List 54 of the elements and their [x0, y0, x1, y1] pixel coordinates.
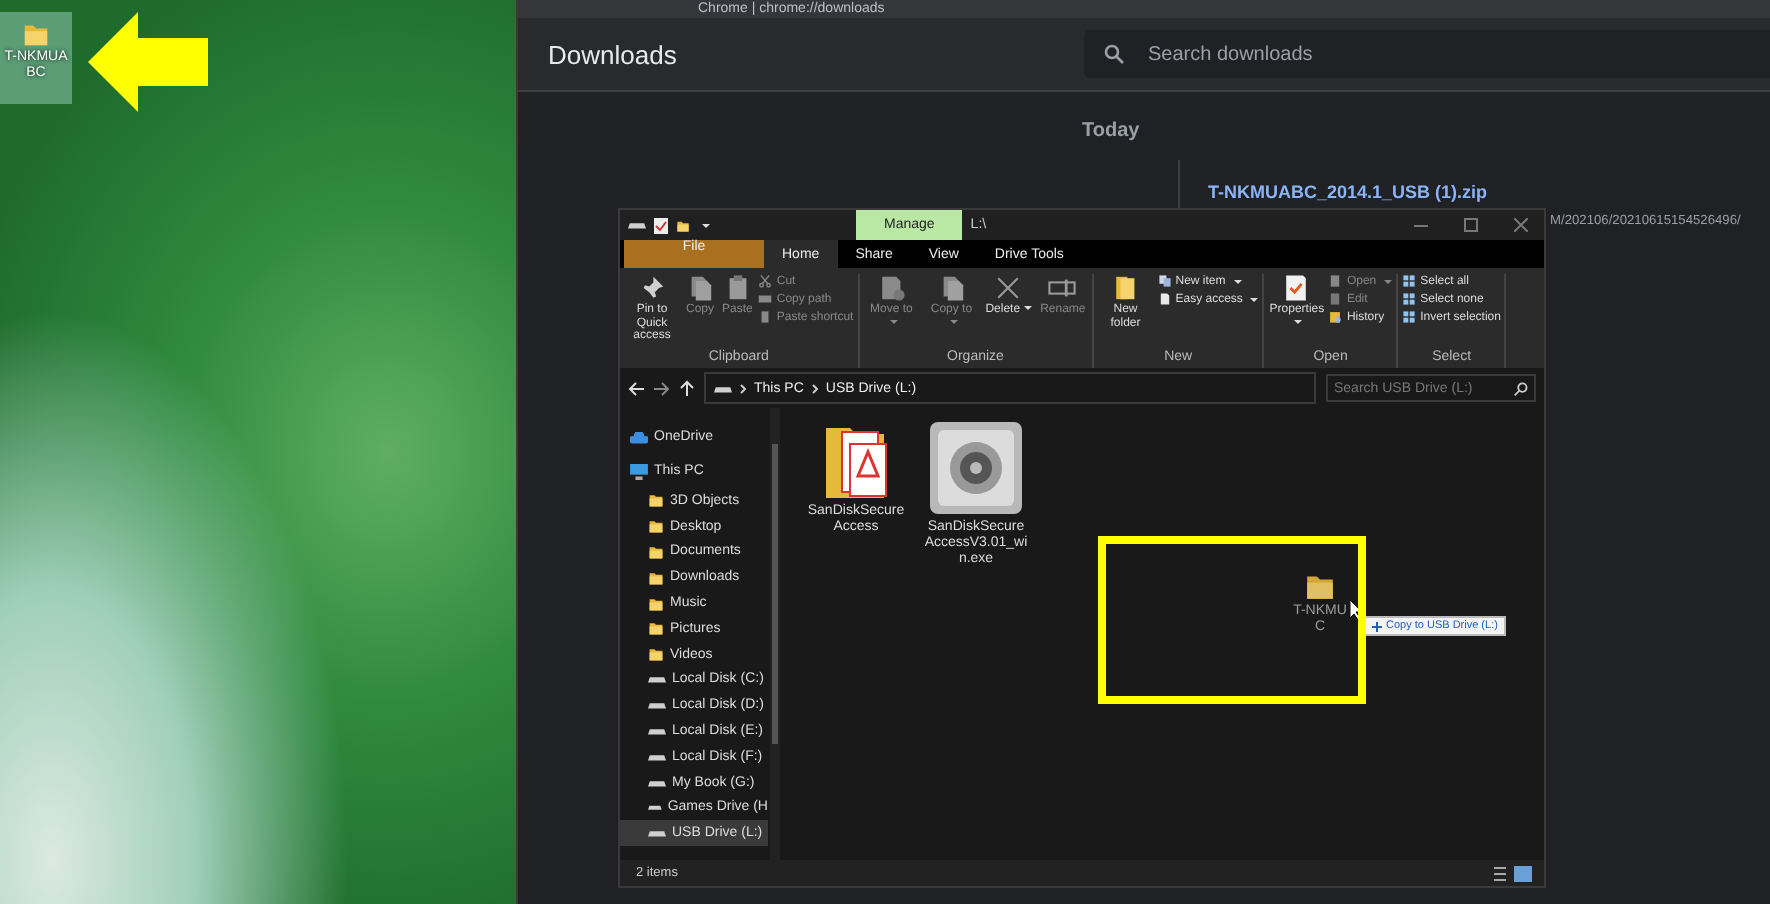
drive-icon	[628, 218, 646, 232]
chevron-icon	[740, 383, 746, 393]
new-item-icon	[1157, 274, 1172, 288]
page-title: Downloads	[546, 39, 679, 69]
caret-icon	[1233, 279, 1242, 283]
monitor-icon	[630, 463, 648, 479]
search-icon	[1104, 44, 1124, 64]
grid-icon	[1402, 310, 1417, 324]
cursor-icon	[1350, 600, 1364, 620]
scissors-icon	[758, 274, 773, 288]
delete-icon	[994, 274, 1023, 302]
caret-icon	[889, 319, 898, 324]
drive-icon	[714, 381, 732, 395]
back-icon[interactable]	[628, 381, 644, 395]
close-icon[interactable]	[1514, 218, 1528, 232]
caret-icon	[949, 319, 958, 324]
cloud-icon	[630, 431, 648, 443]
plus-icon	[1372, 621, 1382, 631]
rename-icon	[1048, 274, 1077, 302]
history-icon	[1328, 310, 1343, 324]
checklist-icon	[1282, 274, 1311, 302]
page-icon	[1157, 292, 1172, 306]
folder-icon	[676, 217, 690, 233]
details-view-icon[interactable]	[1492, 865, 1508, 881]
caret-icon[interactable]	[702, 223, 710, 227]
file-link[interactable]: T-NKMUABC_2014.1_USB (1).zip	[1208, 182, 1488, 202]
folder-icon	[648, 492, 664, 509]
scrollbar-thumb[interactable]	[772, 444, 778, 744]
chevron-icon	[811, 383, 818, 393]
pages-icon	[686, 274, 714, 302]
grid-icon	[1402, 274, 1417, 288]
caret-icon	[1250, 297, 1259, 301]
folder-icon	[1111, 274, 1140, 302]
folder-icon	[648, 543, 664, 560]
checklist-icon[interactable]	[654, 217, 668, 233]
arrow-icon	[88, 12, 208, 112]
pin-icon	[638, 274, 666, 302]
search-field[interactable]: Search downloads	[1084, 30, 1770, 78]
caret-icon	[1384, 279, 1393, 283]
search-icon	[1514, 382, 1528, 396]
icons-view-icon[interactable]	[1514, 865, 1532, 881]
grid-icon	[1402, 292, 1417, 306]
folder-icon	[648, 620, 664, 637]
forward-icon[interactable]	[654, 381, 670, 395]
up-icon[interactable]	[680, 380, 694, 396]
caret-icon	[1024, 306, 1033, 311]
date-heading: Today	[1082, 120, 1140, 142]
folder-icon	[648, 595, 664, 612]
folder-icon	[648, 518, 664, 535]
folder-icon	[648, 646, 664, 663]
folder-icon	[648, 569, 664, 586]
maximize-icon[interactable]	[1464, 218, 1478, 232]
safe-icon	[928, 420, 1024, 516]
caret-icon	[1294, 319, 1303, 324]
